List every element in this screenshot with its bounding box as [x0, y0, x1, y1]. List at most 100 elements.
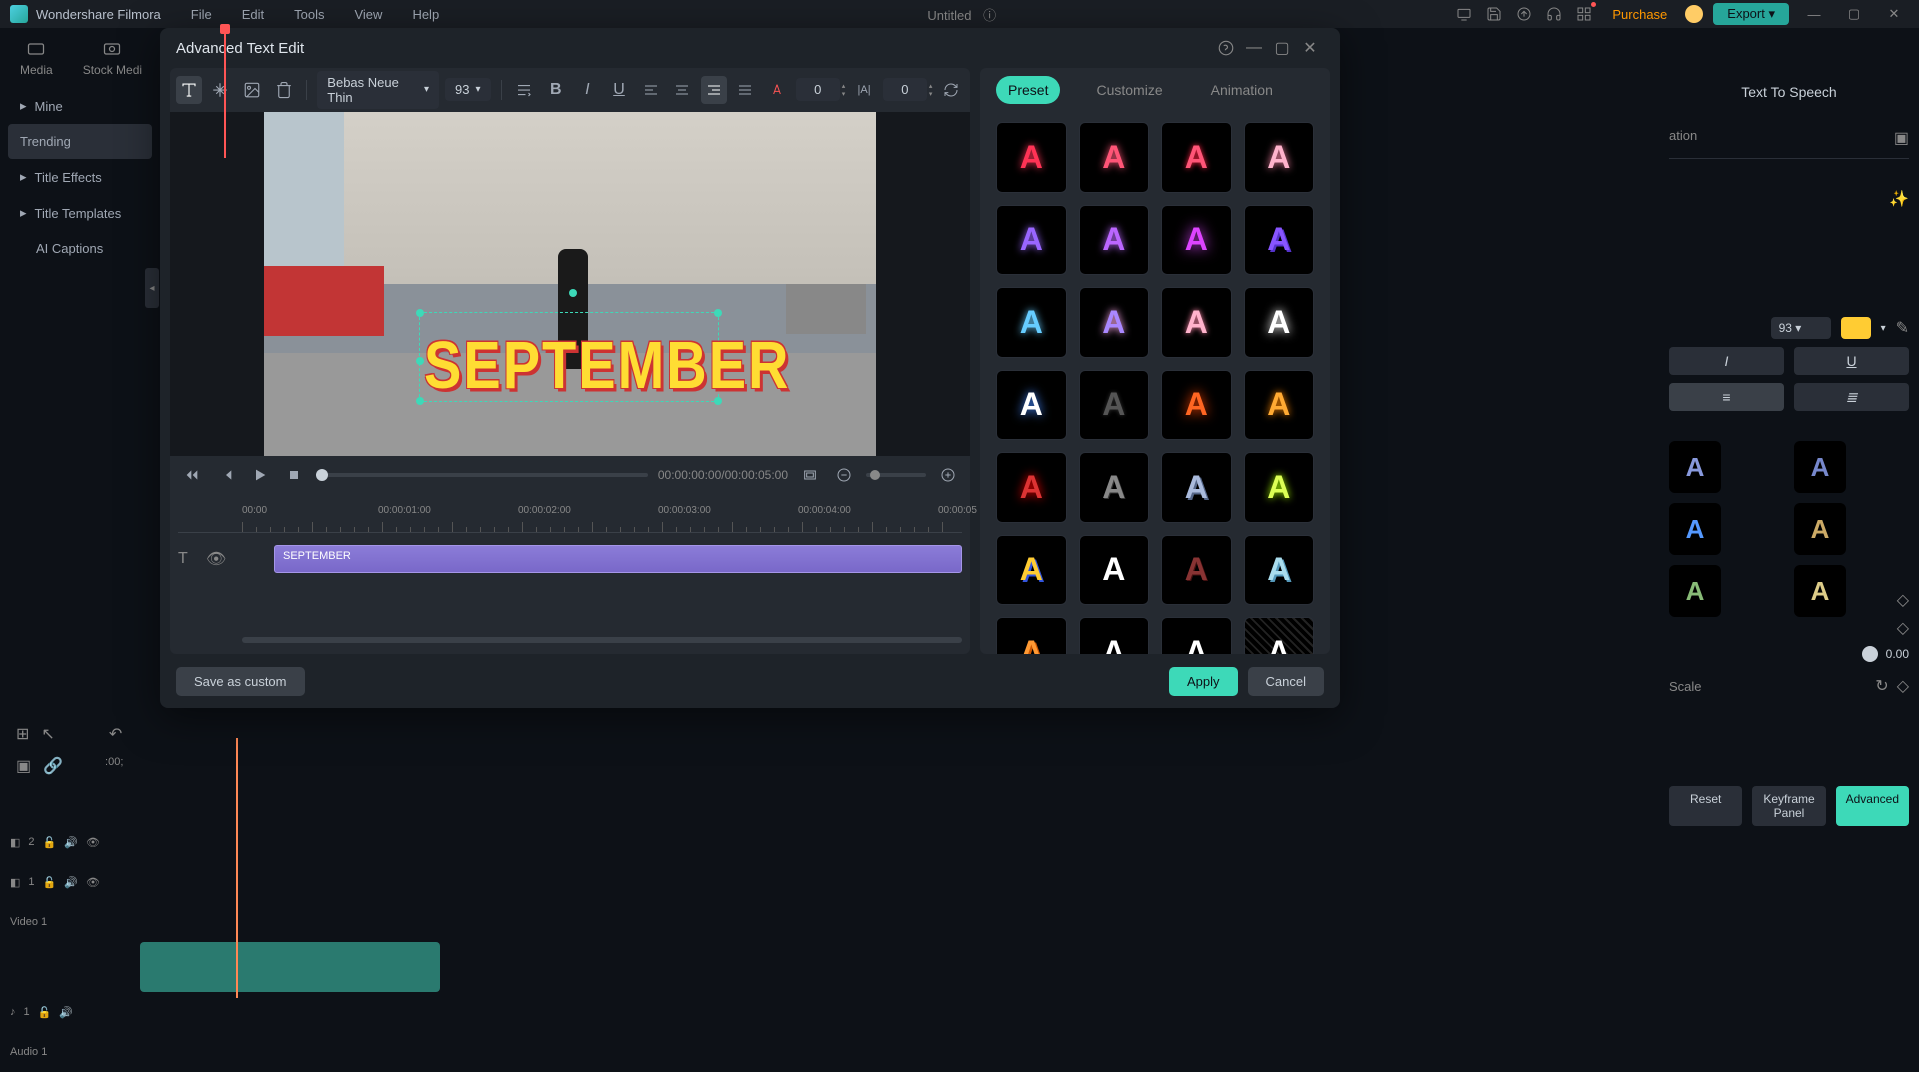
sidebar-item-ai-captions[interactable]: AI Captions — [0, 231, 160, 266]
save-icon[interactable] — [1484, 4, 1504, 24]
keyframe-diamond-icon[interactable]: ◇ — [1897, 618, 1909, 638]
preset-style-item[interactable]: A — [996, 122, 1067, 193]
timeline-link-icon[interactable]: 🔗 — [43, 756, 63, 776]
sidebar-item-trending[interactable]: Trending — [8, 124, 152, 159]
font-size-select[interactable]: 93 ▾ — [445, 78, 491, 101]
safe-zone-icon[interactable] — [798, 463, 822, 487]
sidebar-item-mine[interactable]: ▸Mine — [0, 88, 160, 124]
preset-style-item[interactable]: A — [996, 287, 1067, 358]
preset-style-item[interactable]: A — [1244, 452, 1315, 523]
timeline-track-t1[interactable]: ◧1 🔓🔊👁 — [10, 862, 1909, 902]
playback-scrubber[interactable] — [316, 473, 648, 477]
tab-preset[interactable]: Preset — [996, 76, 1060, 104]
underline-button[interactable]: U — [1794, 347, 1909, 375]
headphones-icon[interactable] — [1544, 4, 1564, 24]
timeline-scrollbar[interactable] — [242, 637, 962, 643]
stock-media-tab[interactable]: Stock Medi — [83, 39, 142, 77]
media-tab[interactable]: Media — [20, 39, 53, 77]
reset-icon[interactable]: ↻ — [1875, 676, 1888, 696]
text-direction-icon[interactable] — [511, 76, 537, 104]
menu-edit[interactable]: Edit — [242, 7, 264, 22]
sidebar-item-title-templates[interactable]: ▸Title Templates — [0, 195, 160, 231]
preset-style-item[interactable]: A — [1079, 122, 1150, 193]
timeline-cursor-icon[interactable]: ↖ — [41, 724, 54, 744]
align-center-button[interactable]: ≡ — [1669, 383, 1784, 411]
tab-animation[interactable]: Animation — [1199, 76, 1285, 104]
preset-style-item[interactable]: A — [1244, 535, 1315, 606]
align-right-icon[interactable] — [701, 76, 727, 104]
underline-icon[interactable]: U — [606, 76, 632, 104]
bg-preset-style-item[interactable]: A — [1669, 503, 1721, 555]
align-justify-button[interactable]: ≣ — [1794, 383, 1909, 411]
spacing-down-icon[interactable]: ▾ — [842, 90, 846, 98]
color-picker-icon[interactable]: ✎ — [1896, 318, 1909, 338]
line-spacing-input[interactable] — [883, 78, 927, 101]
apply-button[interactable]: Apply — [1169, 667, 1238, 696]
preset-style-item[interactable]: A — [1079, 535, 1150, 606]
preset-style-item[interactable]: A — [1079, 452, 1150, 523]
timeline-tool-icon[interactable]: ⊞ — [16, 724, 29, 744]
text-clip[interactable]: SEPTEMBER — [274, 545, 962, 573]
main-playhead[interactable] — [236, 738, 238, 998]
window-minimize[interactable]: — — [1799, 4, 1829, 24]
preset-style-item[interactable]: A — [1161, 617, 1232, 654]
delete-icon[interactable] — [271, 76, 297, 104]
char-spacing-input[interactable] — [796, 78, 840, 101]
video-clip[interactable] — [140, 942, 440, 992]
preset-style-item[interactable]: A — [1244, 122, 1315, 193]
play-icon[interactable] — [248, 463, 272, 487]
preset-style-item[interactable]: A — [1161, 287, 1232, 358]
visibility-icon[interactable]: 👁 — [206, 549, 226, 569]
prev-frame-icon[interactable] — [180, 463, 204, 487]
modal-close-icon[interactable]: ✕ — [1296, 34, 1324, 62]
italic-icon[interactable]: I — [575, 76, 601, 104]
modal-maximize-icon[interactable]: ▢ — [1268, 34, 1296, 62]
preset-style-item[interactable]: A — [1161, 122, 1232, 193]
avatar-icon[interactable] — [1685, 5, 1703, 23]
line-up-icon[interactable]: ▴ — [929, 82, 933, 90]
text-color-swatch[interactable] — [1841, 317, 1871, 339]
timeline-marker-icon[interactable]: ▣ — [16, 756, 31, 776]
preset-style-item[interactable]: A — [1161, 535, 1232, 606]
line-height-icon[interactable]: |A| — [851, 76, 877, 104]
preset-style-item[interactable]: A — [1244, 205, 1315, 276]
menu-tools[interactable]: Tools — [294, 7, 324, 22]
text-tool-icon[interactable] — [176, 76, 202, 104]
save-as-custom-button[interactable]: Save as custom — [176, 667, 305, 696]
preview-canvas[interactable]: SEPTEMBER — [170, 112, 970, 456]
preset-style-item[interactable]: A — [1161, 452, 1232, 523]
transform-tool-icon[interactable] — [208, 76, 234, 104]
preset-style-item[interactable]: A — [1079, 370, 1150, 441]
window-maximize[interactable]: ▢ — [1839, 4, 1869, 24]
keyframe-diamond-icon[interactable]: ◇ — [1897, 676, 1909, 696]
preset-style-item[interactable]: A — [1161, 370, 1232, 441]
line-down-icon[interactable]: ▾ — [929, 90, 933, 98]
preset-style-item[interactable]: A — [1244, 370, 1315, 441]
preset-style-item[interactable]: A — [1079, 287, 1150, 358]
menu-help[interactable]: Help — [412, 7, 439, 22]
modal-minimize-icon[interactable]: — — [1240, 34, 1268, 62]
cancel-button[interactable]: Cancel — [1248, 667, 1324, 696]
italic-button[interactable]: I — [1669, 347, 1784, 375]
export-button[interactable]: Export ▾ — [1713, 3, 1789, 25]
bg-preset-style-item[interactable]: A — [1794, 441, 1846, 493]
preset-style-item[interactable]: A — [1161, 205, 1232, 276]
preset-style-item[interactable]: A — [1244, 287, 1315, 358]
preview-text-overlay[interactable]: SEPTEMBER — [424, 325, 791, 403]
sidebar-item-title-effects[interactable]: ▸Title Effects — [0, 159, 160, 195]
preset-style-item[interactable]: A — [996, 617, 1067, 654]
menu-file[interactable]: File — [191, 7, 212, 22]
timeline-track-a1[interactable]: ♪1 🔓🔊 — [10, 992, 1909, 1032]
step-back-icon[interactable] — [214, 463, 238, 487]
ai-enhance-icon[interactable]: ✨ — [1889, 189, 1909, 209]
font-family-select[interactable]: Bebas Neue Thin ▾ — [317, 71, 439, 109]
preset-style-item[interactable]: A — [996, 205, 1067, 276]
align-center-icon[interactable] — [669, 76, 695, 104]
expand-icon[interactable]: ▣ — [1894, 128, 1909, 148]
undo-icon[interactable]: ↶ — [109, 724, 122, 744]
preset-style-item[interactable]: A — [996, 452, 1067, 523]
preset-style-item[interactable]: A — [996, 535, 1067, 606]
window-close[interactable]: ✕ — [1879, 4, 1909, 24]
slider-handle[interactable] — [1862, 646, 1878, 662]
preset-style-item[interactable]: A — [1079, 205, 1150, 276]
